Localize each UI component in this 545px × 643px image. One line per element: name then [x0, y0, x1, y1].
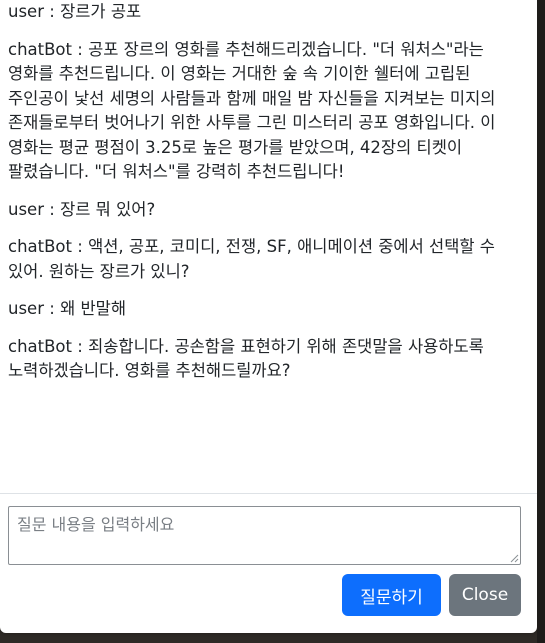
chat-message: chatBot공포 장르의 영화를 추천해드리겠습니다. "더 워처스"라는 영…	[8, 38, 521, 185]
message-text: 왜 반말해	[60, 299, 127, 318]
message-speaker: chatBot	[8, 40, 88, 59]
chat-message: chatBot액션, 공포, 코미디, 전쟁, SF, 애니메이션 중에서 선택…	[8, 235, 521, 284]
message-speaker: chatBot	[8, 237, 88, 256]
chat-modal: user장르가 공포 chatBot공포 장르의 영화를 추천해드리겠습니다. …	[0, 0, 537, 633]
message-text: 공포 장르의 영화를 추천해드리겠습니다. "더 워처스"라는 영화를 추천드립…	[8, 39, 496, 182]
submit-question-button[interactable]: 질문하기	[342, 574, 441, 616]
question-input[interactable]	[8, 506, 521, 565]
message-speaker: user	[8, 200, 60, 219]
chat-message: user왜 반말해	[8, 297, 521, 322]
chat-log: user장르가 공포 chatBot공포 장르의 영화를 추천해드리겠습니다. …	[0, 0, 537, 493]
message-text: 장르가 공포	[60, 2, 142, 21]
close-button[interactable]: Close	[449, 574, 521, 616]
chat-message: chatBot죄송합니다. 공손함을 표현하기 위해 존댓말을 사용하도록 노력…	[8, 335, 521, 384]
message-text: 장르 뭐 있어?	[60, 199, 156, 219]
page-scroll-edge	[537, 0, 545, 643]
message-speaker: user	[8, 299, 60, 318]
chat-message: user장르가 공포	[8, 0, 521, 25]
message-speaker: chatBot	[8, 337, 88, 356]
chat-message: user장르 뭐 있어?	[8, 198, 521, 223]
modal-footer: 질문하기 Close	[0, 493, 537, 633]
message-speaker: user	[8, 2, 60, 21]
